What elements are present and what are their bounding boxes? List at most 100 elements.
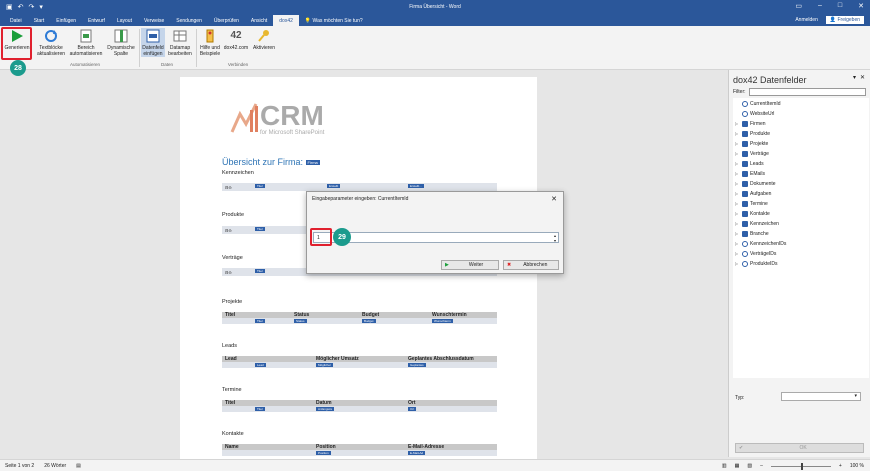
expand-icon[interactable]: ▷	[735, 181, 740, 186]
area-automate-button[interactable]: Bereich automatisieren	[68, 28, 104, 57]
field-position[interactable]: Position	[316, 451, 331, 455]
web-layout-icon[interactable]: ▧	[747, 463, 752, 469]
expand-icon[interactable]: ▷	[735, 201, 740, 206]
tab-ueberpruefen[interactable]: Überprüfen	[208, 15, 245, 26]
spinner-icon[interactable]: ▴ ▾	[554, 233, 556, 243]
undo-icon[interactable]: ↶	[18, 3, 24, 11]
expand-icon[interactable]: ▷	[735, 221, 740, 226]
expand-icon[interactable]: ▷	[735, 171, 740, 176]
tab-dox42[interactable]: dox42	[273, 15, 299, 26]
customize-icon[interactable]: ▾	[39, 3, 43, 11]
tree-item[interactable]: ▷ Aufgaben	[735, 189, 771, 198]
chevron-down-icon[interactable]: ▾	[853, 74, 856, 81]
dox42com-button[interactable]: 42 dox42.com	[222, 28, 250, 52]
tree-item[interactable]: ▷ Verträge	[735, 149, 769, 158]
field-titel[interactable]: Titel	[255, 227, 265, 231]
signin-link[interactable]: Anmelden	[795, 17, 818, 23]
minimize-icon[interactable]: –	[818, 2, 822, 10]
field-lead[interactable]: Lead	[255, 363, 266, 367]
expand-icon[interactable]: ▷	[735, 191, 740, 196]
read-mode-icon[interactable]: ▥	[722, 463, 727, 469]
datamap-edit-button[interactable]: Datamap bearbeiten	[166, 28, 194, 57]
tree-item[interactable]: CurrentItemId	[735, 99, 781, 108]
zoom-thumb[interactable]	[800, 462, 803, 470]
insert-datafield-button[interactable]: Datenfeld einfügen	[141, 28, 165, 57]
zoom-level[interactable]: 100 %	[850, 463, 864, 469]
tree-item[interactable]: ▷ Firmen	[735, 119, 766, 128]
tree-item[interactable]: ▷ VerträgeIDs	[735, 249, 776, 258]
tab-start[interactable]: Start	[28, 15, 51, 26]
expand-icon[interactable]: ▷	[735, 131, 740, 136]
expand-icon[interactable]: ▷	[735, 121, 740, 126]
save-icon[interactable]: ▣	[6, 3, 13, 11]
field-umsatz[interactable]: Möglicher	[316, 363, 334, 367]
type-select[interactable]: ▾	[781, 392, 861, 401]
expand-icon[interactable]: ▷	[735, 141, 740, 146]
tree-item[interactable]: ▷ Kennzeichen	[735, 219, 779, 228]
tree-item[interactable]: ▷ Leads	[735, 159, 764, 168]
activate-button[interactable]: Aktivieren	[250, 28, 278, 51]
field-erstellt[interactable]: Erstellt	[327, 184, 341, 188]
field-abschlussdatum[interactable]: Geplantes	[408, 363, 426, 367]
word-count[interactable]: 26 Wörter	[44, 463, 66, 469]
ribbon-options-icon[interactable]: ▭	[795, 2, 802, 10]
textblocks-button[interactable]: Textblöcke aktualisieren	[34, 28, 68, 57]
expand-icon[interactable]: ▷	[735, 151, 740, 156]
share-button[interactable]: 👤 Freigeben	[825, 16, 864, 24]
tab-ansicht[interactable]: Ansicht	[245, 15, 273, 26]
tree-item[interactable]: ▷ ProdukteIDs	[735, 259, 778, 268]
field-email[interactable]: E-Mail-Ad	[408, 451, 426, 455]
dynamic-column-button[interactable]: Dynamische Spalte	[104, 28, 138, 57]
tree-item[interactable]: ▷ Termine	[735, 199, 768, 208]
expand-icon[interactable]: ▷	[735, 251, 740, 256]
close-icon[interactable]: ✕	[858, 2, 864, 10]
continue-button[interactable]: ▶ Weiter	[441, 260, 499, 270]
tab-einfuegen[interactable]: Einfügen	[50, 15, 82, 26]
maximize-icon[interactable]: □	[838, 2, 842, 10]
expand-icon[interactable]: ▷	[735, 211, 740, 216]
field-datum[interactable]: Anfangsze	[316, 407, 335, 411]
close-icon[interactable]: ✕	[860, 74, 865, 81]
expand-icon[interactable]: ▷	[735, 231, 740, 236]
tree-item[interactable]: ▷ Kontakte	[735, 209, 770, 218]
help-button[interactable]: Hilfe und Beispiele	[198, 28, 222, 57]
expand-icon[interactable]: ▷	[735, 241, 740, 246]
tree-item[interactable]: ▷ KennzeichenIDs	[735, 239, 786, 248]
ribbon-tabs: Datei Start Einfügen Entwurf Layout Verw…	[0, 14, 870, 26]
tab-entwurf[interactable]: Entwurf	[82, 15, 111, 26]
cancel-button[interactable]: ✖ Abbrechen	[503, 260, 559, 270]
expand-icon[interactable]: ▷	[735, 261, 740, 266]
tab-verweise[interactable]: Verweise	[138, 15, 170, 26]
tree-item[interactable]: ▷ Branche	[735, 229, 769, 238]
tab-sendungen[interactable]: Sendungen	[170, 15, 208, 26]
page-count[interactable]: Seite 1 von 2	[5, 463, 34, 469]
tab-datei[interactable]: Datei	[4, 15, 28, 26]
tab-layout[interactable]: Layout	[111, 15, 138, 26]
tree-item[interactable]: ▷ EMails	[735, 169, 765, 178]
firma-field[interactable]: Firma	[305, 160, 320, 166]
tree-item[interactable]: ▷ Dokumente	[735, 179, 776, 188]
close-icon[interactable]: ✕	[551, 195, 557, 203]
tree-item[interactable]: ▷ Projekte	[735, 139, 768, 148]
ok-button[interactable]: ✔ OK	[735, 443, 864, 453]
field-wunschtermin[interactable]: Wunschterm	[432, 319, 453, 323]
expand-icon[interactable]: ▷	[735, 161, 740, 166]
field-budget[interactable]: Budget	[362, 319, 376, 323]
tree-item[interactable]: WebsiteUrl	[735, 109, 774, 118]
field-titel[interactable]: Titel	[255, 184, 265, 188]
filter-input[interactable]	[749, 88, 866, 96]
field-erstellt2[interactable]: Erstellt...	[408, 184, 424, 188]
proofing-icon[interactable]: ▤	[76, 463, 81, 469]
zoom-in-icon[interactable]: +	[839, 463, 842, 469]
field-ort[interactable]: Ort	[408, 407, 417, 411]
field-titel[interactable]: Titel	[255, 407, 265, 411]
tell-me-box[interactable]: 💡 Was möchten Sie tun?	[299, 15, 369, 26]
field-status[interactable]: Status	[294, 319, 307, 323]
redo-icon[interactable]: ↷	[29, 3, 35, 11]
field-titel[interactable]: Titel	[255, 269, 265, 273]
zoom-out-icon[interactable]: –	[760, 463, 763, 469]
tree-item[interactable]: ▷ Produkte	[735, 129, 770, 138]
print-layout-icon[interactable]: ▦	[735, 463, 740, 469]
field-titel[interactable]: Titel	[255, 319, 265, 323]
zoom-slider[interactable]	[770, 462, 831, 470]
